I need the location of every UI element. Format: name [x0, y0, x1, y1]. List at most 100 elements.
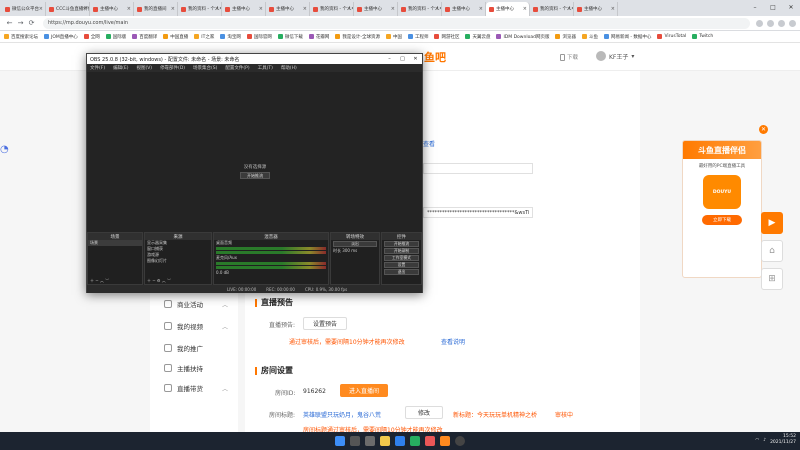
site-logo[interactable]: 鱼吧 [424, 49, 446, 65]
browser-tab[interactable]: 我的资料 - 个人中心× [178, 2, 222, 16]
sidebar-item-business[interactable]: 商业活动 ︿ [164, 299, 228, 309]
view-instructions-link[interactable]: 查看说明 [441, 337, 465, 346]
browser-tab[interactable]: 主播中心 × [442, 2, 486, 16]
bookmark-item[interactable]: IDM Download网页版 [496, 34, 549, 40]
tab-close-icon[interactable]: × [435, 6, 439, 12]
bookmark-item[interactable]: 天翼云盘 [465, 34, 490, 40]
back-icon[interactable]: ← [4, 18, 15, 29]
clock[interactable]: 15:52 2021/11/27 [770, 434, 796, 446]
tab-close-icon[interactable]: × [127, 6, 131, 12]
start-stream-overlay-button[interactable]: 开始推流 [240, 172, 270, 179]
bookmark-item[interactable]: VirusTotal [657, 34, 686, 39]
browser-tab[interactable]: 我的资料 - 个人中心× [398, 2, 442, 16]
obs-menu-item[interactable]: 帮助(H) [281, 65, 297, 71]
maximize-icon[interactable]: □ [396, 54, 409, 64]
duration-row[interactable]: 时长 300 ms [331, 248, 379, 254]
browser-tab[interactable]: 主播中心 × [486, 2, 530, 16]
screen-icon[interactable]: ⊞ [761, 268, 783, 290]
extension-icon[interactable] [756, 19, 763, 27]
sidebar-item-videos[interactable]: 我的视频 ︿ [164, 321, 228, 331]
tab-close-icon[interactable]: × [611, 6, 615, 12]
close-icon[interactable]: ✕ [782, 0, 800, 14]
home-icon[interactable]: ⌂ [761, 240, 783, 262]
tab-close-icon[interactable]: × [171, 6, 175, 12]
bookmark-item[interactable]: 中国直播 [163, 34, 188, 40]
browser-tab[interactable]: CCC斗鱼直播伴侣 × [46, 2, 90, 16]
settings-button[interactable]: 设置 [384, 262, 419, 268]
bookmark-item[interactable]: 百度搜索论坛 [4, 34, 38, 40]
studio-mode-button[interactable]: 工作室模式 [384, 255, 419, 261]
bookmark-item[interactable]: 我是设计-全球资源 [335, 34, 380, 40]
bookmark-item[interactable]: Twitch [692, 34, 713, 39]
obs-menu-item[interactable]: 场景集合(S) [193, 65, 217, 71]
obs-menu-item[interactable]: 编辑(E) [113, 65, 128, 71]
start-icon[interactable] [335, 436, 345, 446]
bookmark-item[interactable]: 百度翻译 [132, 34, 157, 40]
forward-icon[interactable]: → [15, 18, 26, 29]
obs-menu-item[interactable]: 工具(T) [258, 65, 273, 71]
browser-tab[interactable]: 主播中心 × [90, 2, 134, 16]
wifi-icon[interactable]: ◠ [755, 438, 759, 443]
close-icon[interactable]: ✕ [409, 54, 422, 64]
browser-tab[interactable]: 我的直播间 × [134, 2, 178, 16]
browser-tab[interactable]: 主播中心 × [222, 2, 266, 16]
ad-download-button[interactable]: 立即下载 [702, 215, 742, 225]
play-icon[interactable]: ▶ [761, 212, 783, 234]
chrome-icon[interactable] [410, 436, 420, 446]
exit-button[interactable]: 退出 [384, 269, 419, 275]
refresh-icon[interactable]: ⟳ [26, 18, 37, 29]
transition-select[interactable]: 淡出 [333, 241, 377, 247]
bookmark-item[interactable]: 国际版 [105, 34, 126, 40]
browser-tab[interactable]: 微信公众平台 × [2, 2, 46, 16]
tab-close-icon[interactable]: × [391, 6, 395, 12]
tab-close-icon[interactable]: × [259, 6, 263, 12]
browser-tab[interactable]: 我的资料 - 个人中心× [310, 2, 354, 16]
profile-icon[interactable] [789, 19, 796, 27]
bookmark-item[interactable]: 工程师 [407, 34, 428, 40]
browser-tab[interactable]: 主播中心 × [266, 2, 310, 16]
obs-menu-item[interactable]: 文件(F) [90, 65, 105, 71]
browser-tab[interactable]: 我的资料 - 个人中心× [530, 2, 574, 16]
tab-close-icon[interactable]: × [347, 6, 351, 12]
set-preview-button[interactable]: 设置预告 [303, 317, 347, 330]
bookmark-item[interactable]: 花瓣网 [308, 34, 329, 40]
bookmark-item[interactable]: 中国 [385, 34, 402, 40]
file-explorer-icon[interactable] [380, 436, 390, 446]
obs-menu-item[interactable]: 配置文件(P) [225, 65, 249, 71]
start-recording-button[interactable]: 开始录制 [384, 248, 419, 254]
scene-item[interactable]: 场景 [88, 240, 142, 246]
task-view-icon[interactable] [365, 436, 375, 446]
tab-close-icon[interactable]: × [83, 6, 87, 12]
volume-icon[interactable]: ♪ [763, 438, 766, 443]
tab-close-icon[interactable]: × [567, 6, 571, 12]
bookmark-item[interactable]: 淘宝网 [220, 34, 241, 40]
obs-menu-item[interactable]: 视图(V) [136, 65, 152, 71]
obs-icon[interactable] [455, 436, 465, 446]
search-icon[interactable] [350, 436, 360, 446]
tab-close-icon[interactable]: × [215, 6, 219, 12]
bookmark-item[interactable]: IT之家 [194, 34, 214, 40]
stream-key-field[interactable]: ***********************************&wsTi [423, 207, 533, 218]
source-controls[interactable]: ＋ − ⚙ ︿ ﹀ [145, 278, 171, 284]
start-stream-button[interactable]: 开始推流 [384, 241, 419, 247]
edge-icon[interactable]: ◔ [0, 144, 9, 155]
firefox-icon[interactable] [440, 436, 450, 446]
bookmark-item[interactable]: 网游社区 [434, 34, 459, 40]
ad-banner[interactable]: 斗鱼直播伴侣 最好用的PC端直播工具 DOUYU 立即下载 [682, 140, 762, 278]
bookmark-item[interactable]: 国际官网 [246, 34, 272, 40]
bookmark-item[interactable]: 微信下载 [277, 34, 303, 40]
view-link[interactable]: 查看 [423, 139, 435, 148]
bookmark-item[interactable]: JOM直播中心 [44, 34, 78, 40]
obs-preview[interactable]: 没有选择源 开始推流 [87, 72, 422, 232]
edge-browser-icon[interactable] [395, 436, 405, 446]
extension-icon[interactable] [767, 19, 774, 27]
maximize-icon[interactable]: □ [764, 0, 782, 14]
ad-close-icon[interactable]: ✕ [759, 125, 768, 134]
browser-tab[interactable]: 主播中心 × [354, 2, 398, 16]
minimize-icon[interactable]: – [746, 0, 764, 14]
bookmark-item[interactable]: 全网 [83, 34, 100, 40]
sidebar-item-promotion[interactable]: 我的推广 [164, 343, 203, 353]
server-field[interactable] [423, 163, 533, 174]
source-item[interactable]: 图像幻灯片 [145, 258, 211, 264]
bookmark-item[interactable]: 斗鱼 [581, 34, 598, 40]
